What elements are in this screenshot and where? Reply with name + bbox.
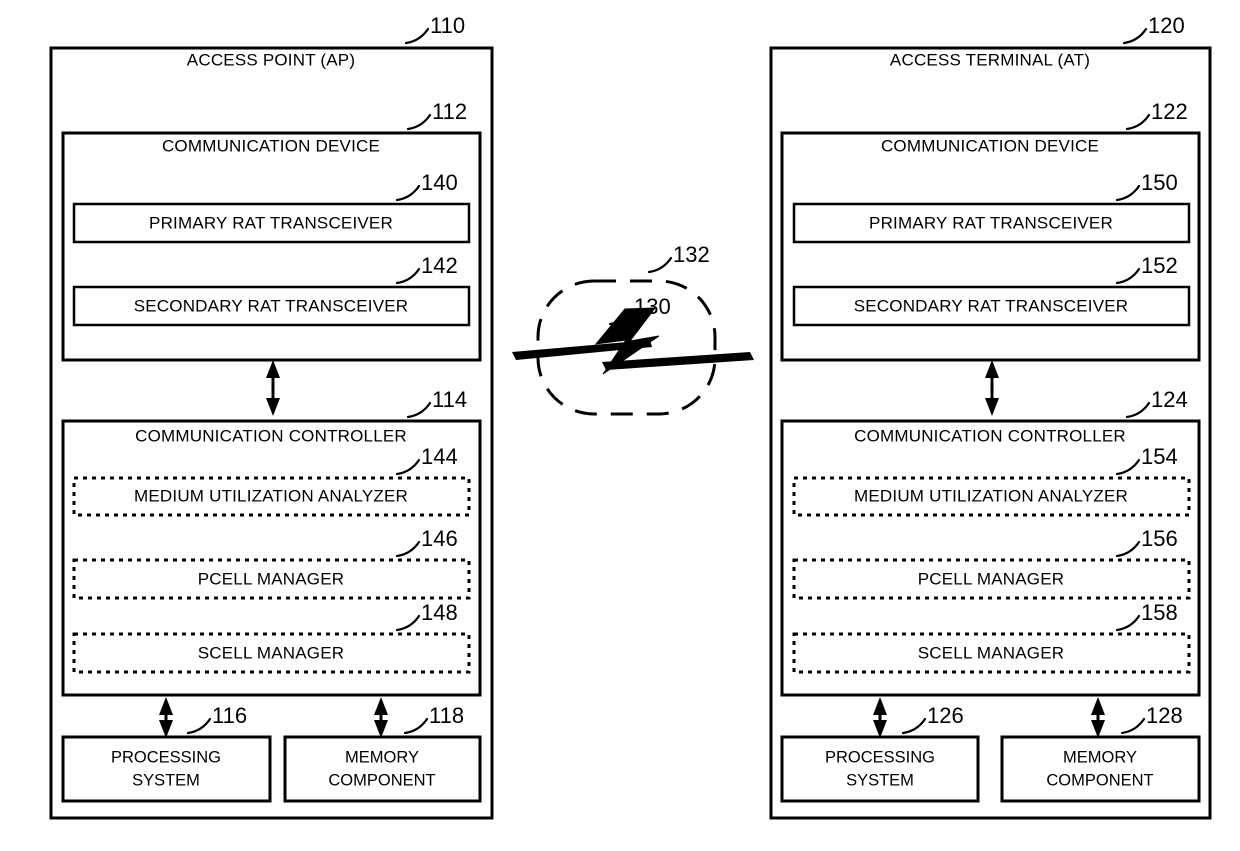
at-memory-component-label-line2: COMPONENT xyxy=(1046,771,1153,789)
ap-processing-system-label-line2: SYSTEM xyxy=(132,771,200,789)
leader-110 xyxy=(404,27,430,45)
ref-146: 146 xyxy=(421,526,458,551)
at-communication-device-title: COMMUNICATION DEVICE xyxy=(881,136,1099,155)
at-communication-controller-title: COMMUNICATION CONTROLLER xyxy=(854,426,1126,445)
ap-processing-system xyxy=(61,735,272,803)
ref-158: 158 xyxy=(1141,600,1178,625)
ref-154: 154 xyxy=(1141,444,1178,469)
ref-116: 116 xyxy=(212,703,247,728)
ap-medium-utilization-analyzer-label: MEDIUM UTILIZATION ANALYZER xyxy=(134,486,408,505)
ref-110: 110 xyxy=(430,13,465,38)
ap-communication-controller-title: COMMUNICATION CONTROLLER xyxy=(135,426,407,445)
ref-142: 142 xyxy=(421,253,458,278)
ap-primary-rat-transceiver-label: PRIMARY RAT TRANSCEIVER xyxy=(149,213,393,232)
ref-156: 156 xyxy=(1141,526,1178,551)
leader-120 xyxy=(1122,27,1148,45)
ref-144: 144 xyxy=(421,444,458,469)
at-scell-manager-label: SCELL MANAGER xyxy=(918,643,1065,662)
ref-130: 130 xyxy=(634,294,671,319)
ap-processing-system-label-line1: PROCESSING xyxy=(111,748,221,766)
ref-124: 124 xyxy=(1151,387,1188,412)
ref-122: 122 xyxy=(1151,99,1188,124)
ap-memory-component-label-line1: MEMORY xyxy=(345,748,419,766)
access-point-title: ACCESS POINT (AP) xyxy=(187,50,355,69)
access-terminal-title: ACCESS TERMINAL (AT) xyxy=(890,50,1090,69)
at-processing-system-label-line1: PROCESSING xyxy=(825,748,935,766)
at-secondary-rat-transceiver-label: SECONDARY RAT TRANSCEIVER xyxy=(854,296,1129,315)
ref-148: 148 xyxy=(421,600,458,625)
at-primary-rat-transceiver-label: PRIMARY RAT TRANSCEIVER xyxy=(869,213,1113,232)
at-memory-component xyxy=(1000,735,1201,803)
ap-communication-device-title: COMMUNICATION DEVICE xyxy=(162,136,380,155)
ap-pcell-manager-label: PCELL MANAGER xyxy=(198,569,345,588)
at-processing-system-label-line2: SYSTEM xyxy=(846,771,914,789)
ref-112: 112 xyxy=(432,99,467,124)
ref-114: 114 xyxy=(432,387,467,412)
ref-118: 118 xyxy=(429,703,464,728)
at-processing-system xyxy=(780,735,980,803)
ref-140: 140 xyxy=(421,170,458,195)
at-memory-component-label-line1: MEMORY xyxy=(1063,748,1137,766)
ap-secondary-rat-transceiver-label: SECONDARY RAT TRANSCEIVER xyxy=(134,296,409,315)
ap-scell-manager-label: SCELL MANAGER xyxy=(198,643,345,662)
at-pcell-manager-label: PCELL MANAGER xyxy=(918,569,1065,588)
patent-figure-page: ACCESS POINT (AP) 110 COMMUNICATION DEVI… xyxy=(0,0,1240,851)
leader-132 xyxy=(647,256,673,274)
ap-memory-component-label-line2: COMPONENT xyxy=(328,771,435,789)
ref-150: 150 xyxy=(1141,170,1178,195)
ref-126: 126 xyxy=(927,703,964,728)
block-diagram: ACCESS POINT (AP) 110 COMMUNICATION DEVI… xyxy=(49,13,1212,820)
ref-120: 120 xyxy=(1148,13,1185,38)
ref-132: 132 xyxy=(673,242,710,267)
ap-memory-component xyxy=(283,735,482,803)
at-medium-utilization-analyzer-label: MEDIUM UTILIZATION ANALYZER xyxy=(854,486,1128,505)
ref-152: 152 xyxy=(1141,253,1178,278)
ref-128: 128 xyxy=(1146,703,1183,728)
